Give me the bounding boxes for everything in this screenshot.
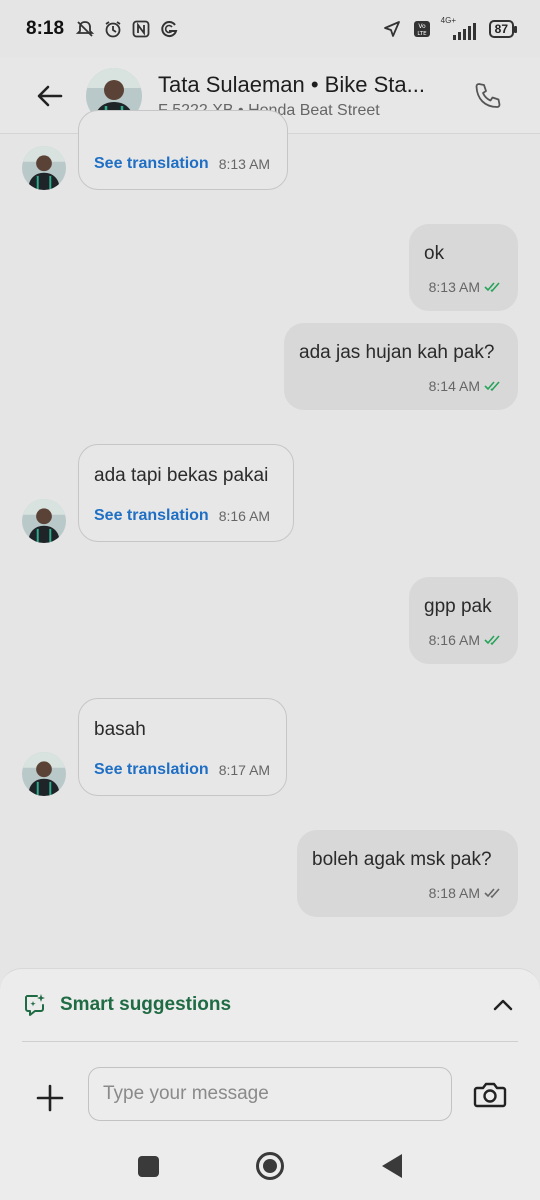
plus-icon	[36, 1084, 64, 1112]
smart-suggestions-toggle[interactable]: Smart suggestions	[22, 987, 518, 1023]
message-time: 8:16 AM	[218, 508, 271, 524]
message-time: 8:14 AM	[428, 378, 480, 394]
message-time: 8:13 AM	[218, 156, 271, 172]
nfc-icon	[130, 18, 152, 40]
g-app-icon	[158, 18, 180, 40]
chevron-up-icon[interactable]	[488, 990, 518, 1020]
outgoing-message[interactable]: ada jas hujan kah pak? 8:14 AM	[284, 323, 518, 410]
volte-icon: Vo LTE	[411, 18, 433, 40]
status-bar: 8:18 Vo LTE 4G+ 87	[0, 0, 540, 58]
incoming-message[interactable]: See translation 8:13 AM	[78, 110, 288, 190]
smart-suggestions-label: Smart suggestions	[60, 994, 232, 1015]
status-left-icons	[74, 18, 180, 40]
see-translation-link[interactable]: See translation	[94, 507, 209, 525]
message-input[interactable]	[88, 1067, 452, 1121]
sender-avatar	[22, 499, 66, 543]
location-arrow-icon	[381, 18, 403, 40]
incoming-message[interactable]: ada tapi bekas pakai See translation 8:1…	[78, 444, 294, 542]
message-text: gpp pak	[424, 596, 492, 617]
double-check-delivered-icon	[484, 888, 500, 899]
message-text: ok	[424, 243, 445, 264]
message-time: 8:13 AM	[428, 279, 480, 295]
message-text: ada tapi bekas pakai	[94, 465, 269, 486]
sender-avatar	[22, 146, 66, 190]
outgoing-message[interactable]: boleh agak msk pak? 8:18 AM	[297, 830, 518, 917]
home-button[interactable]	[256, 1152, 284, 1180]
divider	[22, 1041, 518, 1042]
camera-icon	[473, 1082, 507, 1108]
svg-text:Vo: Vo	[418, 23, 426, 30]
double-check-read-icon	[484, 381, 500, 392]
phone-icon	[475, 82, 501, 108]
message-text: ada jas hujan kah pak?	[299, 342, 495, 363]
recent-apps-button[interactable]	[138, 1156, 159, 1177]
bell-off-icon	[74, 18, 96, 40]
message-time: 8:17 AM	[218, 762, 271, 778]
alarm-icon	[102, 18, 124, 40]
camera-button[interactable]	[470, 1075, 510, 1115]
back-button[interactable]	[20, 66, 80, 126]
battery-indicator: 87	[488, 20, 518, 38]
incoming-message[interactable]: basah See translation 8:17 AM	[78, 698, 287, 796]
message-time: 8:18 AM	[428, 885, 480, 901]
see-translation-link[interactable]: See translation	[94, 155, 209, 173]
double-check-read-icon	[484, 635, 500, 646]
see-translation-link[interactable]: See translation	[94, 761, 209, 779]
call-button[interactable]	[464, 72, 512, 120]
status-time: 8:18	[26, 18, 65, 39]
sender-avatar	[22, 752, 66, 796]
double-check-read-icon	[484, 282, 500, 293]
outgoing-message[interactable]: gpp pak 8:16 AM	[409, 577, 518, 664]
arrow-left-icon	[37, 85, 63, 106]
sparkle-chat-icon	[25, 994, 45, 1016]
status-right-icons: Vo LTE 4G+ 87	[381, 16, 518, 40]
message-text: basah	[94, 719, 146, 740]
message-time: 8:16 AM	[428, 632, 480, 648]
svg-text:LTE: LTE	[417, 31, 427, 37]
signal-4g-icon: 4G+	[440, 16, 481, 40]
message-text: boleh agak msk pak?	[312, 849, 492, 870]
system-back-button[interactable]	[382, 1154, 402, 1178]
outgoing-message[interactable]: ok 8:13 AM	[409, 224, 518, 311]
attach-button[interactable]	[30, 1078, 70, 1118]
contact-name: Tata Sulaeman • Bike Sta...	[158, 71, 425, 97]
network-label: 4G+	[440, 16, 456, 25]
